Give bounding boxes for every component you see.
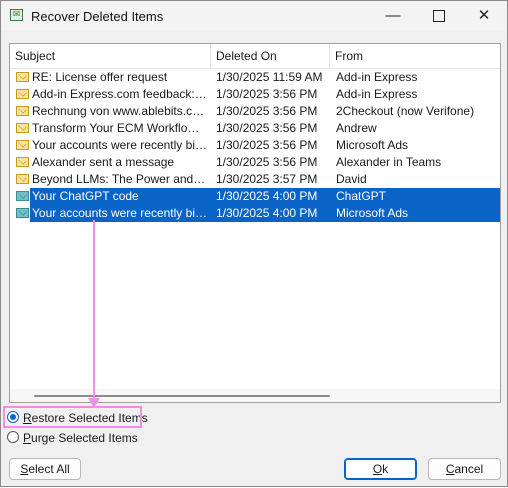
row-deleted-on: 1/30/2025 3:56 PM xyxy=(216,121,318,135)
list-item[interactable]: Your accounts were recently billed 1/30/2… xyxy=(10,205,500,222)
envelope-icon xyxy=(16,208,29,218)
envelope-icon xyxy=(16,174,29,184)
row-from: Microsoft Ads xyxy=(336,138,409,152)
row-from: Add-in Express xyxy=(336,70,418,84)
row-deleted-on: 1/30/2025 3:57 PM xyxy=(216,172,318,186)
row-deleted-on: 1/30/2025 3:56 PM xyxy=(216,104,318,118)
title-bar: ✉ Recover Deleted Items — ✕ xyxy=(1,1,507,31)
row-deleted-on: 1/30/2025 3:56 PM xyxy=(216,155,318,169)
envelope-icon xyxy=(16,123,29,133)
envelope-icon xyxy=(16,72,29,82)
column-header-subject[interactable]: Subject xyxy=(10,44,211,68)
purge-radio[interactable] xyxy=(7,431,19,443)
list-item[interactable]: Your ChatGPT code 1/30/2025 4:00 PM ChatGP… xyxy=(10,188,500,205)
list-item[interactable]: Beyond LLMs: The Power and Pitf... 1/30/2… xyxy=(10,171,500,188)
envelope-icon xyxy=(16,157,29,167)
row-subject: Your accounts were recently billed xyxy=(32,138,208,152)
ok-button[interactable]: Ok xyxy=(344,458,417,480)
row-from: Andrew xyxy=(336,121,377,135)
ok-accelerator: O xyxy=(372,462,383,476)
horizontal-scrollbar[interactable] xyxy=(10,389,500,402)
row-subject: Transform Your ECM Workflows wi... xyxy=(32,121,208,135)
list-item[interactable]: Add-in Express.com feedback: Cu... 1/30/2… xyxy=(10,86,500,103)
row-deleted-on: 1/30/2025 3:56 PM xyxy=(216,138,318,152)
row-from: Alexander in Teams xyxy=(336,155,442,169)
window-title: Recover Deleted Items xyxy=(31,9,164,24)
list-item[interactable]: Your accounts were recently billed 1/30/2… xyxy=(10,137,500,154)
envelope-icon xyxy=(16,89,29,99)
minimize-button[interactable]: — xyxy=(370,1,416,31)
scrollbar-thumb[interactable] xyxy=(34,395,330,397)
cancel-button[interactable]: Cancel xyxy=(428,458,501,480)
envelope-icon xyxy=(16,191,29,201)
row-deleted-on: 1/30/2025 4:00 PM xyxy=(216,189,318,203)
column-header-deleted-on[interactable]: Deleted On xyxy=(211,44,330,68)
row-subject: Rechnung von www.ablebits.com xyxy=(32,104,208,118)
row-from: 2Checkout (now Verifone) xyxy=(336,104,475,118)
row-subject: RE: License offer request xyxy=(32,70,168,84)
purge-label: Purge Selected Items xyxy=(23,431,138,445)
row-from: Microsoft Ads xyxy=(336,206,409,220)
deleted-items-list[interactable]: Subject Deleted On From RE: License offe… xyxy=(9,43,501,403)
list-item[interactable]: RE: License offer request 1/30/2025 11:59… xyxy=(10,69,500,86)
row-deleted-on: 1/30/2025 11:59 AM xyxy=(216,70,323,84)
list-header: Subject Deleted On From xyxy=(10,44,500,69)
row-deleted-on: 1/30/2025 4:00 PM xyxy=(216,206,318,220)
row-deleted-on: 1/30/2025 3:56 PM xyxy=(216,87,318,101)
row-from: ChatGPT xyxy=(336,189,387,203)
list-item[interactable]: Rechnung von www.ablebits.com 1/30/2025 3… xyxy=(10,103,500,120)
envelope-icon xyxy=(16,106,29,116)
row-subject: Add-in Express.com feedback: Cu... xyxy=(32,87,208,101)
row-from: Add-in Express xyxy=(336,87,418,101)
maximize-icon xyxy=(433,10,445,23)
row-from: David xyxy=(336,172,367,186)
annotation-highlight-box xyxy=(3,406,142,428)
close-button[interactable]: ✕ xyxy=(461,1,507,31)
list-item[interactable]: Alexander sent a message 1/30/2025 3:56 P… xyxy=(10,154,500,171)
maximize-button[interactable] xyxy=(416,1,462,31)
recover-deleted-items-dialog: ✉ Recover Deleted Items — ✕ Subject Dele… xyxy=(0,0,508,487)
row-subject: Your ChatGPT code xyxy=(32,189,139,203)
recover-items-icon: ✉ xyxy=(10,9,23,21)
column-header-from[interactable]: From xyxy=(330,44,500,68)
row-subject: Your accounts were recently billed xyxy=(32,206,208,220)
select-all-button[interactable]: Select All xyxy=(9,458,81,480)
row-subject: Beyond LLMs: The Power and Pitf... xyxy=(32,172,208,186)
row-subject: Alexander sent a message xyxy=(32,155,175,169)
envelope-icon xyxy=(16,140,29,150)
list-item[interactable]: Transform Your ECM Workflows wi... 1/30/2… xyxy=(10,120,500,137)
purge-accelerator: P xyxy=(23,431,32,445)
